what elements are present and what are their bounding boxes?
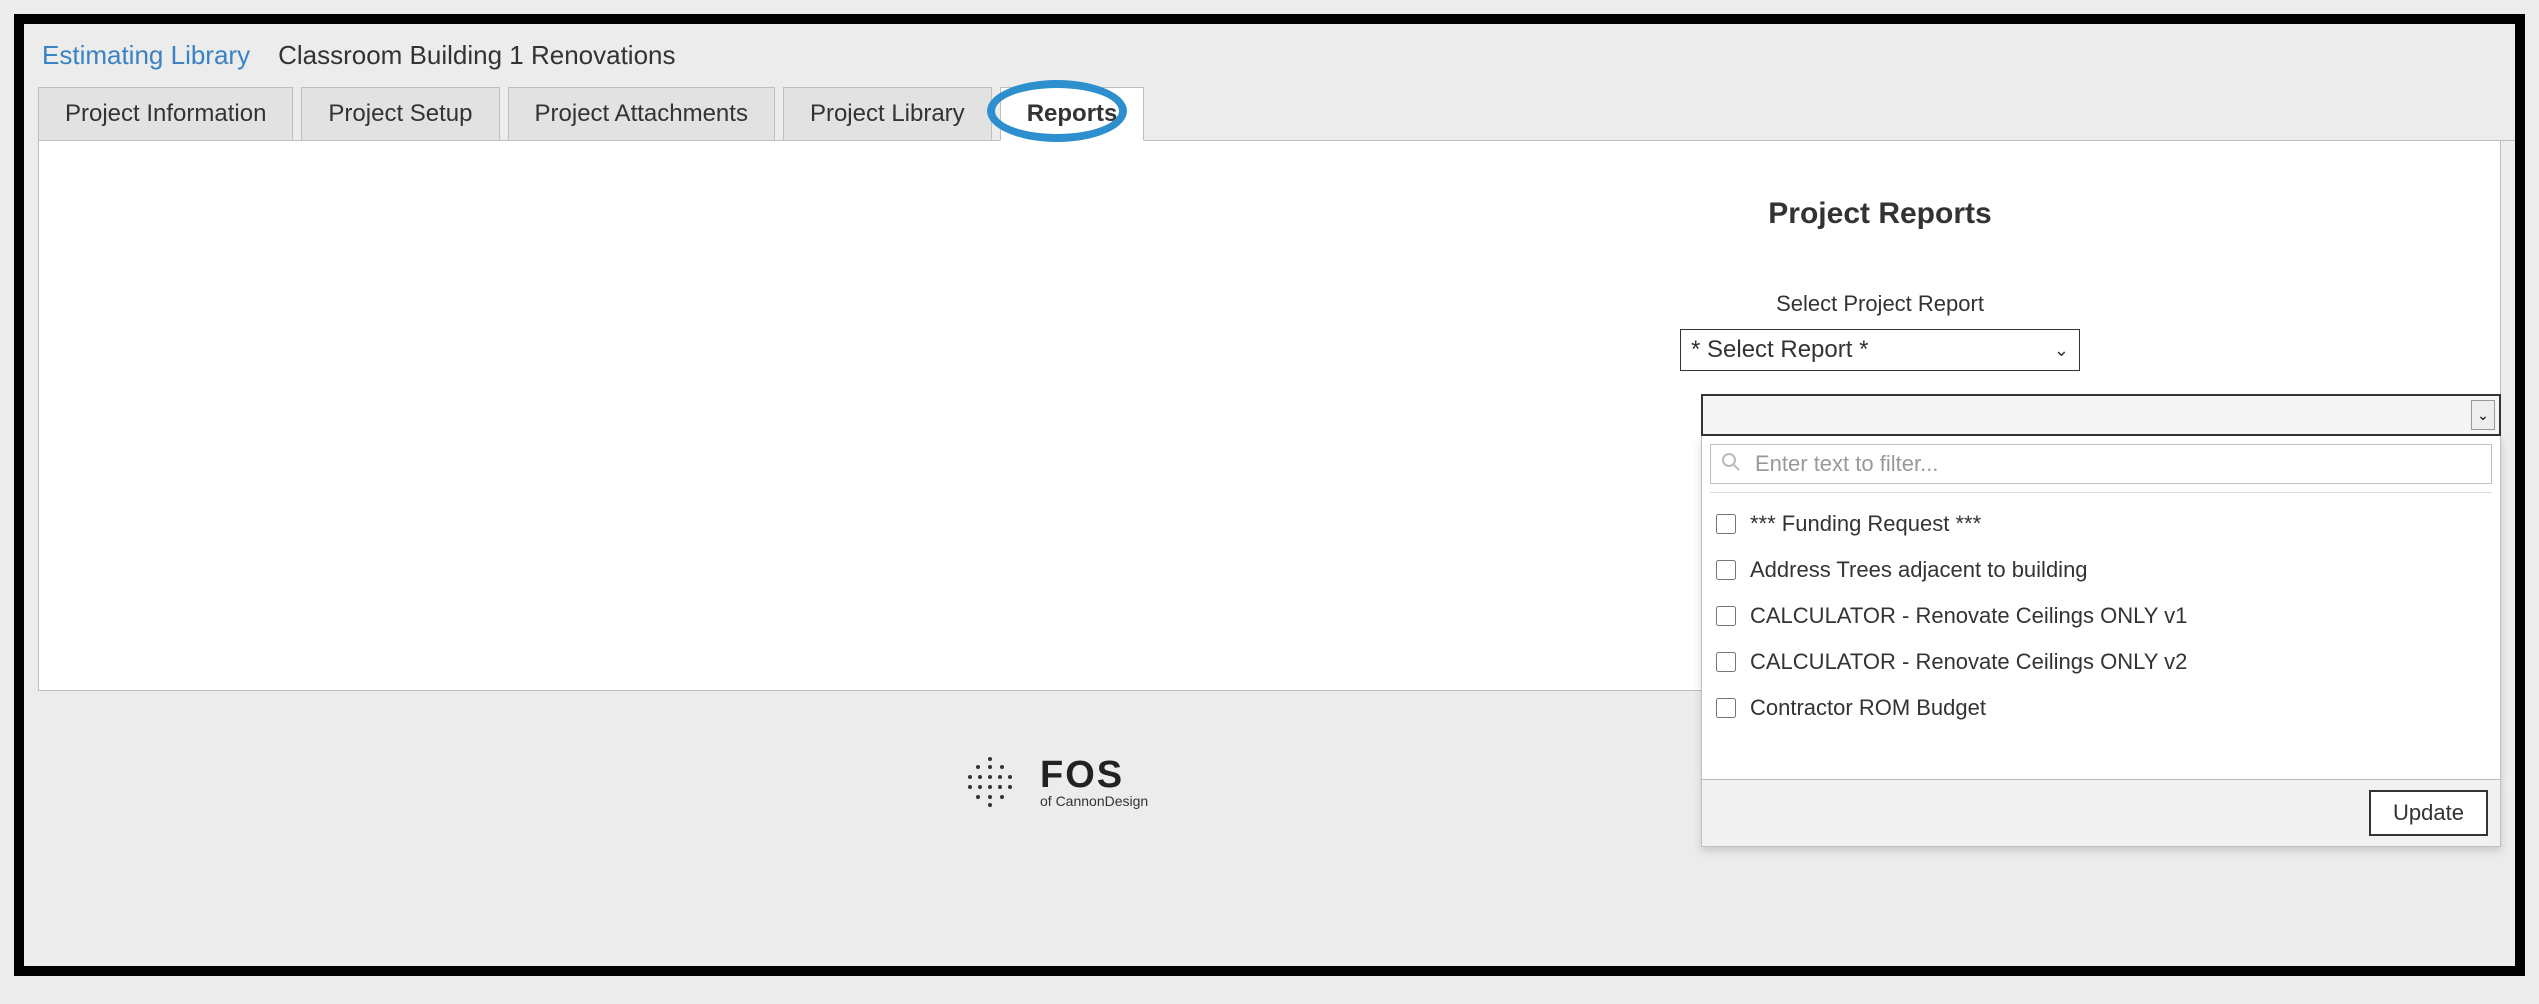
update-button[interactable]: Update (2369, 790, 2488, 836)
logo-dots-icon (964, 755, 1018, 809)
footer-logo: FOS of CannonDesign (964, 754, 1148, 809)
estimate-item[interactable]: Contractor ROM Budget (1710, 685, 2492, 731)
filter-row (1710, 444, 2492, 484)
tab-project-setup[interactable]: Project Setup (301, 87, 499, 140)
estimate-checkbox[interactable] (1716, 560, 1736, 580)
chevron-down-icon[interactable]: ⌄ (2471, 400, 2495, 430)
estimating-library-link[interactable]: Estimating Library (42, 40, 250, 71)
tab-reports-label: Reports (1027, 100, 1118, 127)
select-report-value: * Select Report * (1691, 336, 1868, 364)
logo-text: FOS of CannonDesign (1040, 754, 1148, 809)
estimates-list: *** Funding Request *** Address Trees ad… (1710, 492, 2492, 771)
tab-strip: Project Information Project Setup Projec… (38, 87, 2515, 141)
filter-input[interactable] (1755, 451, 2481, 477)
estimate-item[interactable]: CALCULATOR - Renovate Ceilings ONLY v2 (1710, 639, 2492, 685)
estimates-collapsed-bar[interactable]: ⌄ (1701, 394, 2501, 436)
tab-reports[interactable]: Reports (1000, 87, 1145, 141)
estimate-label: CALCULATOR - Renovate Ceilings ONLY v2 (1750, 649, 2187, 675)
app-window: Estimating Library Classroom Building 1 … (14, 14, 2525, 976)
select-report-label: Select Project Report (1670, 291, 2090, 317)
estimate-checkbox[interactable] (1716, 514, 1736, 534)
estimate-item[interactable]: Address Trees adjacent to building (1710, 547, 2492, 593)
reports-title: Project Reports (1670, 197, 2090, 231)
estimate-checkbox[interactable] (1716, 606, 1736, 626)
search-icon (1721, 452, 1741, 477)
estimates-panel: *** Funding Request *** Address Trees ad… (1701, 436, 2501, 780)
estimate-label: *** Funding Request *** (1750, 511, 1981, 537)
tab-project-attachments[interactable]: Project Attachments (508, 87, 775, 140)
chevron-down-icon: ⌄ (2054, 340, 2069, 361)
logo-sub: of CannonDesign (1040, 793, 1148, 809)
project-title: Classroom Building 1 Renovations (278, 40, 675, 71)
estimate-item[interactable]: CALCULATOR - Renovate Ceilings ONLY v1 (1710, 593, 2492, 639)
estimate-label: CALCULATOR - Renovate Ceilings ONLY v1 (1750, 603, 2187, 629)
estimate-label: Address Trees adjacent to building (1750, 557, 2088, 583)
tab-project-information[interactable]: Project Information (38, 87, 293, 140)
tab-project-library[interactable]: Project Library (783, 87, 992, 140)
estimate-label: Contractor ROM Budget (1750, 695, 1986, 721)
logo-main: FOS (1040, 754, 1148, 797)
estimates-dropdown: ⌄ *** Funding Request *** Address Trees … (1701, 394, 2501, 847)
header-bar: Estimating Library Classroom Building 1 … (24, 24, 2515, 71)
estimate-item[interactable]: *** Funding Request *** (1710, 501, 2492, 547)
estimates-footer: Update (1701, 780, 2501, 847)
select-report-dropdown[interactable]: * Select Report * ⌄ (1680, 329, 2080, 371)
estimate-checkbox[interactable] (1716, 698, 1736, 718)
estimate-checkbox[interactable] (1716, 652, 1736, 672)
